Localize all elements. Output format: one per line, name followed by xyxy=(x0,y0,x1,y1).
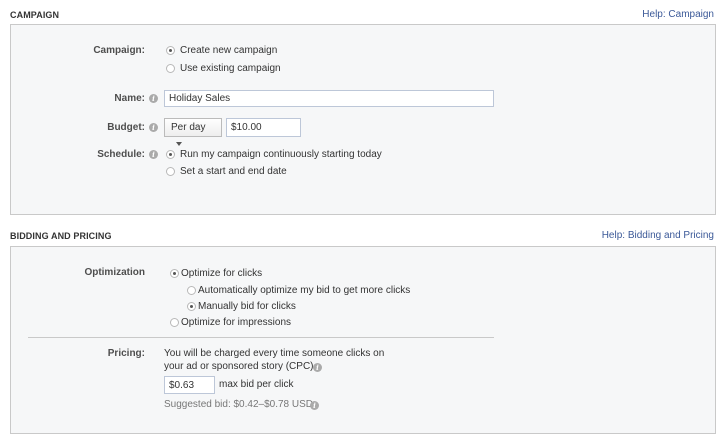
radio-use-existing-campaign[interactable] xyxy=(166,64,175,73)
set-start-end-date-label[interactable]: Set a start and end date xyxy=(180,166,287,177)
radio-set-start-end-date[interactable] xyxy=(166,167,175,176)
radio-manual-bid[interactable] xyxy=(187,302,196,311)
schedule-label: Schedule: xyxy=(97,149,145,160)
optimize-impressions-label[interactable]: Optimize for impressions xyxy=(181,317,291,328)
radio-run-continuously[interactable] xyxy=(166,150,175,159)
manual-bid-label[interactable]: Manually bid for clicks xyxy=(198,301,296,312)
auto-optimize-bid-label[interactable]: Automatically optimize my bid to get mor… xyxy=(198,285,410,296)
pricing-description-line1: You will be charged every time someone c… xyxy=(164,348,385,359)
max-bid-suffix: max bid per click xyxy=(219,379,294,390)
optimization-label: Optimization xyxy=(84,267,145,278)
help-campaign-link[interactable]: Help: Campaign xyxy=(642,9,714,20)
info-icon[interactable]: i xyxy=(310,401,319,410)
use-existing-campaign-label[interactable]: Use existing campaign xyxy=(180,63,281,74)
bidding-section-title: BIDDING AND PRICING xyxy=(10,231,112,241)
info-icon[interactable]: i xyxy=(149,94,158,103)
budget-period-dropdown[interactable]: Per day xyxy=(164,118,222,147)
campaign-label: Campaign: xyxy=(93,45,145,56)
campaign-name-input[interactable] xyxy=(164,90,494,107)
radio-optimize-clicks[interactable] xyxy=(170,269,179,278)
pricing-label: Pricing: xyxy=(107,348,145,359)
budget-amount-input[interactable] xyxy=(226,118,301,137)
max-bid-input[interactable] xyxy=(164,376,215,394)
radio-create-new-campaign[interactable] xyxy=(166,46,175,55)
suggested-bid-text: Suggested bid: $0.42–$0.78 USD xyxy=(164,399,313,410)
pricing-description-line2: your ad or sponsored story (CPC). xyxy=(164,361,317,372)
optimize-clicks-label[interactable]: Optimize for clicks xyxy=(181,268,262,279)
help-bidding-link[interactable]: Help: Bidding and Pricing xyxy=(602,230,714,241)
create-new-campaign-label[interactable]: Create new campaign xyxy=(180,45,277,56)
radio-optimize-impressions[interactable] xyxy=(170,318,179,327)
campaign-section-title: CAMPAIGN xyxy=(10,10,60,20)
budget-period-value: Per day xyxy=(171,122,206,133)
info-icon[interactable]: i xyxy=(149,123,158,132)
run-continuously-label[interactable]: Run my campaign continuously starting to… xyxy=(180,149,382,160)
pricing-divider xyxy=(28,337,494,338)
budget-label: Budget: xyxy=(107,122,145,133)
info-icon[interactable]: i xyxy=(313,363,322,372)
radio-auto-optimize-bid[interactable] xyxy=(187,286,196,295)
name-label: Name: xyxy=(114,93,145,104)
info-icon[interactable]: i xyxy=(149,150,158,159)
chevron-down-icon xyxy=(176,142,182,147)
